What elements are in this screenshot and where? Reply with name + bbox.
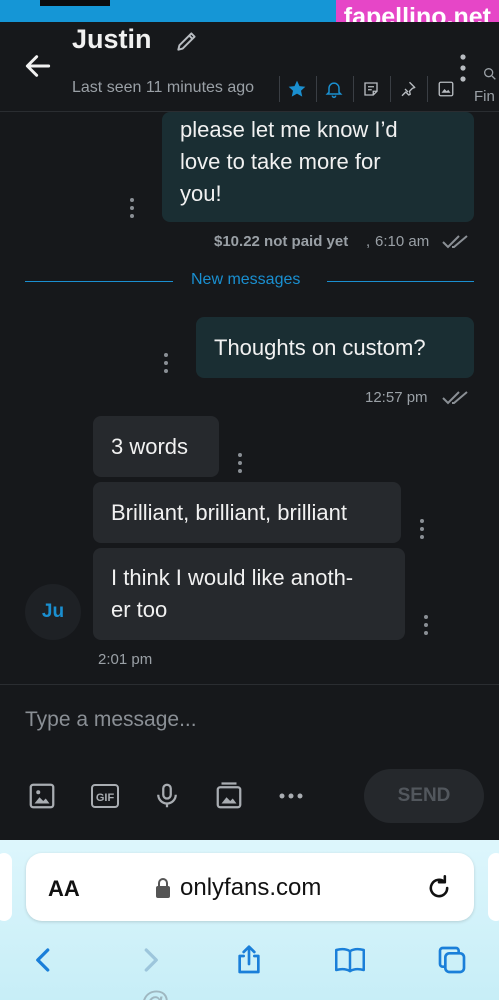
message-options-icon[interactable] [422,614,430,636]
message-options-icon[interactable] [162,352,170,374]
pin-icon [401,81,416,97]
message-options-icon[interactable] [418,518,426,540]
header-divider [316,76,317,102]
message-options-icon[interactable] [236,452,244,474]
next-tab-edge[interactable] [488,853,499,921]
header-divider [279,76,280,102]
favorite-button[interactable] [282,74,312,104]
new-messages-divider: New messages [191,271,301,288]
pencil-icon [177,32,196,51]
arrow-left-icon [25,55,51,77]
microphone-icon [157,783,177,808]
attach-image-button[interactable] [24,778,60,814]
double-check-icon [442,391,468,405]
time-comma: , [366,233,371,250]
share-button[interactable] [229,940,269,980]
message-text: 3 words [111,434,189,459]
bell-icon [325,82,343,99]
message-text: please let me know I’d [180,117,398,142]
share-icon [238,945,260,974]
vault-button[interactable] [211,778,247,814]
reload-icon[interactable] [425,874,453,902]
chevron-right-icon [144,948,158,972]
svg-text:GIF: GIF [96,792,115,804]
chevron-left-icon [36,948,50,972]
pin-button[interactable] [393,74,423,104]
outgoing-message[interactable]: Thoughts on custom? [196,317,474,378]
outgoing-message[interactable]: please let me know I’d love to take more… [162,112,474,222]
double-check-icon [442,235,468,249]
book-icon [335,947,365,973]
lock-icon [156,878,170,898]
browser-back-button[interactable] [24,940,64,980]
kebab-menu-icon [460,54,466,82]
more-horizontal-icon [279,793,303,799]
divider-line [25,281,173,282]
divider-line [327,281,474,282]
image-icon [438,81,454,97]
browser-bar: AA onlyfans.com @ · · · · · · · · · · [0,840,499,1000]
tabs-icon [438,946,466,974]
message-text: you! [180,181,222,206]
message-time: 6:10 am [375,233,430,250]
notes-button[interactable] [356,74,386,104]
avatar[interactable]: Ju [25,584,81,640]
header-divider [353,76,354,102]
header-divider [390,76,391,102]
vault-image-icon [216,782,242,809]
reader-settings-button[interactable]: AA [48,876,80,902]
composer-divider [0,684,499,685]
url-text[interactable]: onlyfans.com [180,874,321,902]
edit-name-button[interactable] [174,28,200,54]
more-options-button[interactable] [457,52,469,84]
image-icon [29,783,55,809]
message-text: Thoughts on custom? [214,335,426,360]
previous-tab-edge[interactable] [0,853,12,921]
find-label: Fin [474,88,495,105]
price-status[interactable]: $10.22 not paid yet [214,233,348,250]
send-button[interactable]: SEND [364,769,484,823]
incoming-message[interactable]: I think I would like anoth- er too [93,548,405,640]
bookmarks-button[interactable] [330,940,370,980]
gif-button[interactable]: GIF [87,778,123,814]
message-text: I think I would like anoth- [111,565,354,590]
message-options-icon[interactable] [128,197,136,219]
partial-bottom-text: @ · · · · · · · · · · [140,986,375,1000]
back-button[interactable] [22,50,62,86]
chat-header: Justin Last seen 11 minutes ago Fin [0,22,499,112]
message-text: love to take more for [180,149,381,174]
message-text: er too [111,597,168,622]
status-strip-notch [40,0,110,6]
tabs-button[interactable] [432,940,472,980]
more-tools-button[interactable] [273,778,309,814]
message-time: 12:57 pm [365,389,428,406]
message-time: 2:01 pm [98,651,153,668]
search-icon [484,68,496,80]
incoming-message[interactable]: 3 words [93,416,219,477]
notifications-button[interactable] [319,74,349,104]
note-icon [364,82,378,96]
message-input[interactable] [25,700,475,740]
star-icon [288,80,306,97]
browser-forward-button[interactable] [130,940,170,980]
chat-screen: fapellino.net Justin Last seen 11 minute… [0,0,499,1000]
incoming-message[interactable]: Brilliant, brilliant, brilliant [93,482,401,543]
last-seen-status: Last seen 11 minutes ago [72,79,255,96]
chat-title[interactable]: Justin [72,24,152,55]
message-text: Brilliant, brilliant, brilliant [111,500,347,525]
gif-icon: GIF [91,784,119,808]
voice-message-button[interactable] [149,778,185,814]
header-divider [427,76,428,102]
